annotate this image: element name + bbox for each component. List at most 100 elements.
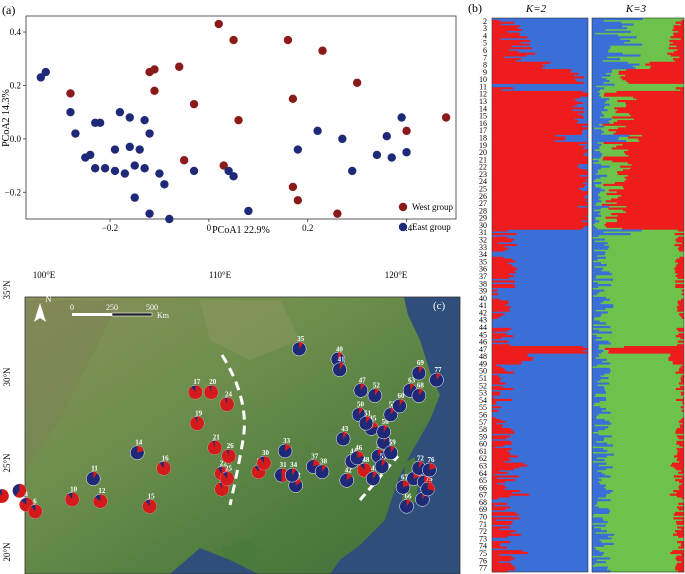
k3-bar-blue [592,211,601,214]
k3-bar-blue [592,413,599,416]
k3-bar-blue [592,194,599,197]
k3-bar-blue [592,245,610,248]
k3-bar-red [608,349,684,352]
k3-bar-red [628,112,684,115]
k2-bar-red [492,513,519,516]
k2-bar-red [492,284,515,287]
k2-bar-red [492,258,513,261]
k3-bar-blue [592,466,613,469]
k3-bar-blue [592,74,611,77]
k2-bar-red [492,377,501,380]
k2-bar-red [492,380,500,383]
k2-bar-red [492,43,530,46]
population-pie-label: 41 [338,356,346,364]
k3-bar-red [617,120,684,123]
k2-bar-red [492,160,588,163]
k2-bar-red [492,378,501,381]
k2-structure-bars [491,17,589,573]
east-group-point [189,166,199,176]
k3-bar-red [680,378,684,381]
west-group-point [214,19,223,29]
k3-bar-red [616,90,684,94]
k3-bar-blue [592,274,597,278]
k3-bar-blue [592,433,599,436]
k3-bar-red [677,276,684,279]
k3-bar-blue [592,19,604,22]
k3-bar-red [670,464,684,467]
east-group-point [160,180,169,189]
k3-bar-blue [592,386,605,389]
k2-bar-red [492,48,510,52]
k3-bar-blue [592,499,611,502]
k3-bar-blue [592,282,598,285]
k3-bar-red [676,522,684,525]
k3-bar-blue [592,152,603,155]
k2-bar-red [492,136,566,139]
k2-bar-red [492,393,501,396]
k2-bar-red [492,152,584,155]
k3-bar-blue [592,557,611,560]
k3-bar-blue [592,349,604,352]
pcoa-x-axis-label: PCoA1 22.9% [212,225,270,236]
k3-bar-red [675,284,684,287]
k3-bar-red [675,265,684,268]
west-group-point [175,62,184,71]
k2-bar-red [492,72,579,75]
k3-bar-red [675,568,684,571]
k2-bar-red [492,285,516,289]
k3-bar-red [677,262,684,265]
k3-bar-red [674,59,684,63]
k3-bar-blue [592,273,613,276]
k3-bar-red [679,386,684,389]
k2-bar-red [492,50,519,53]
east-group-point [100,164,110,173]
k3-bar-blue [592,495,606,498]
k3-bar-blue [592,380,598,383]
k3-bar-red [675,21,684,24]
k2-bar-red [492,431,515,434]
k3-bar-blue [592,27,628,30]
k3-bar-blue [592,369,611,372]
k3-bar-blue [592,378,601,381]
k3-bar-red [631,163,684,166]
k2-bar-red [492,90,583,94]
k3-bar-blue [592,172,596,176]
k3-bar-red [633,118,684,121]
east-group-point [125,113,134,122]
k3-bar-blue [592,471,602,474]
k3-bar-blue [592,160,599,163]
k2-bar-red [492,542,501,545]
k3-bar-red [624,176,684,179]
k2-bar-red [492,533,521,536]
k3-bar-red [681,409,684,412]
k3-bar-blue [592,340,609,343]
population-pie-label: 48 [362,456,370,464]
east-group-point [110,166,120,176]
k3-bar-blue [592,132,602,135]
k3-bar-blue [592,36,637,39]
k2-bar-red [492,154,586,157]
k3-bar-blue [592,258,598,261]
k3-bar-blue [592,90,598,94]
k3-bar-blue [592,267,604,270]
k3-bar-red [679,367,684,371]
k2-bar-red [492,200,587,203]
k3-bar-red [674,267,684,270]
population-pie-label: 26 [227,442,235,450]
k3-bar-blue [592,167,601,170]
k2-bar-red [492,426,502,429]
k3-bar-red [680,426,684,429]
k3-bar-blue [592,45,611,48]
k3-bar-blue [592,222,596,225]
k3-bar-blue [592,254,597,258]
k2-bar-red [492,520,513,524]
k2-bar-red [492,550,523,553]
k2-bar-red [492,493,530,496]
east-group-point [125,142,134,152]
k2-bar-red [492,143,579,146]
k3-bar-red [625,105,684,108]
k3-bar-red [676,564,684,567]
k3-bar-red [673,34,684,37]
k3-bar-red [670,353,684,356]
k3-bar-blue [592,123,600,126]
